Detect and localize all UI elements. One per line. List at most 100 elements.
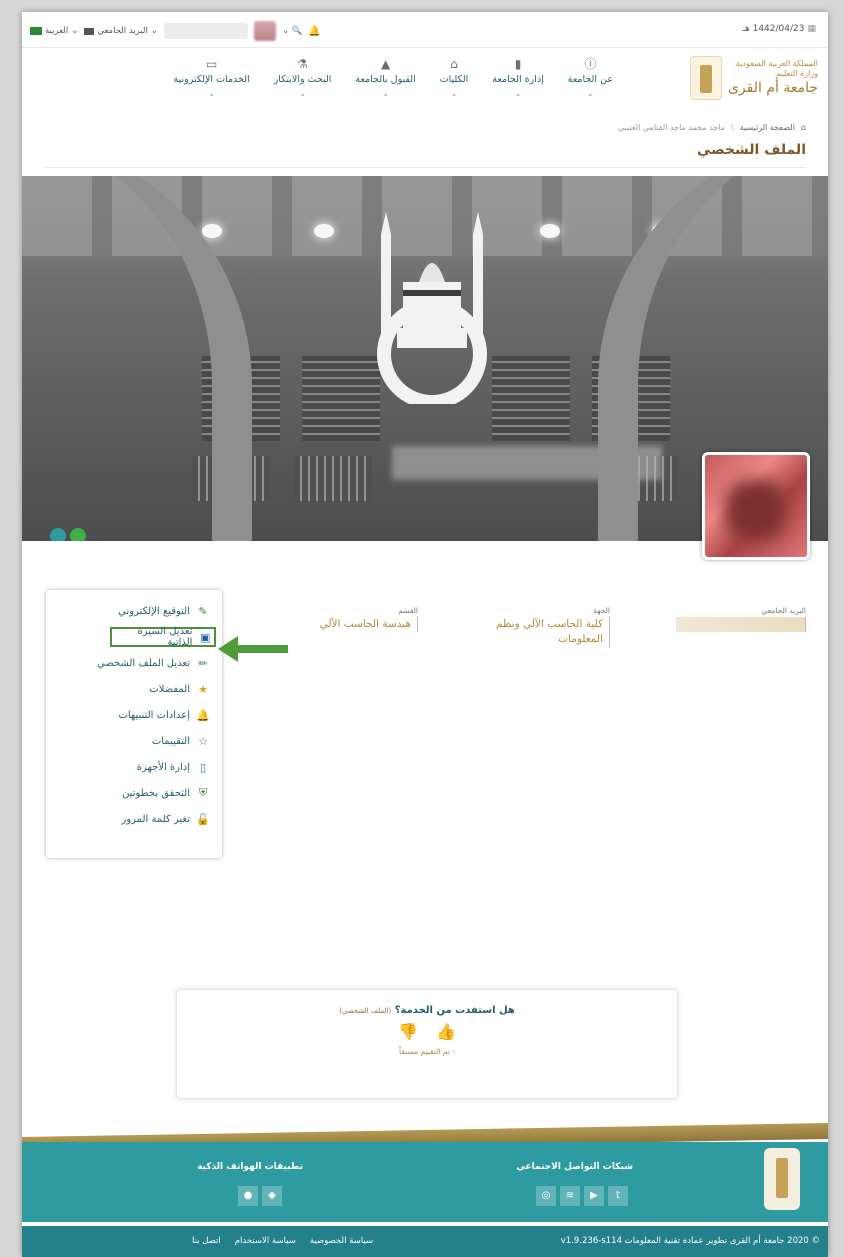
banner-lamp xyxy=(540,224,560,238)
banner-window xyxy=(492,356,570,441)
profile-menu: ✎ التوقيع الإلكتروني ▣ تعديل السيرة الذاتي… xyxy=(46,590,222,858)
profile-email: البريد الجامعي x xyxy=(676,606,806,632)
institution-icon: ⌂ xyxy=(450,57,458,71)
footer-logo-icon xyxy=(764,1148,800,1210)
flag-icon xyxy=(30,27,42,35)
banner-document-button[interactable] xyxy=(50,528,66,541)
feedback-status: - تم التقييم مسبقاً xyxy=(399,1047,455,1056)
android-icon[interactable]: ◆ xyxy=(262,1186,282,1206)
shield-check-icon: ⛨ xyxy=(198,786,208,799)
thumbs-down-icon[interactable]: 👎 xyxy=(398,1022,418,1041)
menu-electronic-signature[interactable]: ✎ التوقيع الإلكتروني xyxy=(52,598,216,624)
privacy-policy-link[interactable]: سياسة الخصوصية xyxy=(310,1236,373,1246)
graduation-cap-icon: ▲ xyxy=(380,57,391,71)
chevron-down-icon: ⌄ xyxy=(587,89,594,98)
feedback-question: هل استفدت من الخدمة؟ (الملف الشخصي) xyxy=(339,1005,515,1016)
redacted-username xyxy=(164,23,248,39)
unlock-icon: 🔓 xyxy=(196,812,210,826)
profile-department: القسم هندسة الحاسب الآلي xyxy=(320,606,418,632)
profile-page: ▦1442/04/23 هـ العربية ⌄ البريد الجامعي ⌄ … xyxy=(22,12,828,1257)
youtube-icon[interactable]: ▶ xyxy=(584,1186,604,1206)
profile-avatar[interactable] xyxy=(702,452,810,560)
mobile-icon: ▯ xyxy=(199,760,207,774)
building-icon: ▮ xyxy=(514,57,522,71)
star-outline-icon: ☆ xyxy=(198,734,208,748)
home-icon: ⌂ xyxy=(800,123,806,132)
chevron-down-icon: ⌄ xyxy=(208,89,215,98)
nav-colleges[interactable]: ⌂ الكليات ⌄ xyxy=(440,58,469,98)
bell-icon: 🔔 xyxy=(196,708,210,722)
edit-icon: ✎ xyxy=(198,604,208,618)
thumbs-up-icon[interactable]: 👍 xyxy=(436,1022,456,1041)
flask-icon: ⚗ xyxy=(297,57,308,71)
chevron-down-icon: ⌄ xyxy=(382,89,389,98)
nav-administration[interactable]: ▮ إدارة الجامعة ⌄ xyxy=(492,58,543,98)
terms-of-use-link[interactable]: سياسة الاستخدام xyxy=(235,1236,296,1246)
menu-edit-profile[interactable]: ✏ تعديل الملف الشخصي xyxy=(52,650,216,676)
highlight-arrow-icon xyxy=(218,636,288,662)
breadcrumb-current: ماجد محمد ماجد القتامي العتيبي xyxy=(617,123,726,132)
hijri-date: ▦1442/04/23 هـ xyxy=(742,24,816,34)
copyright: © 2020 جامعة أم القرى تطوير عمادة تقنية … xyxy=(560,1236,820,1246)
chevron-down-icon: ⌄ xyxy=(450,89,458,98)
banner-lamp xyxy=(314,224,334,238)
menu-ratings[interactable]: ☆ التقييمات xyxy=(52,728,216,754)
university-emblem-icon xyxy=(689,56,722,100)
banner-lamp xyxy=(202,224,222,238)
redacted-avatar-small[interactable] xyxy=(254,21,276,41)
top-bar: ▦1442/04/23 هـ العربية ⌄ البريد الجامعي ⌄ … xyxy=(22,12,828,48)
footer: شبكات التواصل الاجتماعي t ▶ ≋ ◎ تطبيقات … xyxy=(22,1142,828,1222)
calendar-icon: ▦ xyxy=(807,24,816,34)
university-mail-button[interactable]: البريد الجامعي ⌄ xyxy=(84,26,158,36)
menu-two-step-verification[interactable]: ⛨ التحقق بخطوتين xyxy=(52,780,216,806)
search-icon[interactable]: ⌄ 🔍 xyxy=(282,26,302,36)
college-value: كلية الحاسب الآلي ونظم المعلومات xyxy=(460,617,610,647)
email-value-redacted: x xyxy=(676,617,806,632)
menu-device-management[interactable]: ▯ إدارة الأجهزة xyxy=(52,754,216,780)
menu-notification-settings[interactable]: 🔔 إعدادات التنبيهات xyxy=(52,702,216,728)
menu-change-password[interactable]: 🔓 تغير كلمة المرور xyxy=(52,806,216,832)
menu-favorites[interactable]: ★ المفضلات xyxy=(52,676,216,702)
university-seal-icon xyxy=(377,212,487,404)
nav-about[interactable]: ⓘ عن الجامعة ⌄ xyxy=(568,58,613,98)
main-nav: ⓘ عن الجامعة ⌄ ▮ إدارة الجامعة ⌄ ⌂ الكليات ⌄ ▲… xyxy=(174,58,613,98)
apps-title: تطبيقات الهواتف الذكية xyxy=(197,1162,303,1172)
menu-edit-cv[interactable]: ▣ تعديل السيرة الذاتية xyxy=(110,626,216,648)
email-label: البريد الجامعي xyxy=(761,606,806,615)
department-value: هندسة الحاسب الآلي xyxy=(320,617,418,632)
apple-icon[interactable]: ● xyxy=(238,1186,258,1206)
whatsapp-icon[interactable]: ◎ xyxy=(536,1186,556,1206)
mail-icon xyxy=(84,27,95,35)
department-label: القسم xyxy=(398,606,418,615)
notification-bell-icon[interactable]: 🔔 xyxy=(308,26,320,37)
laptop-icon: ▭ xyxy=(205,57,218,71)
chevron-down-icon: ⌄ xyxy=(299,89,306,98)
chevron-down-icon: ⌄ xyxy=(514,89,522,98)
breadcrumb-home[interactable]: الصفحة الرئيسية xyxy=(740,123,795,132)
pencil-icon: ✏ xyxy=(198,656,208,670)
contact-us-link[interactable]: اتصل بنا xyxy=(192,1236,221,1246)
language-button[interactable]: العربية ⌄ xyxy=(30,26,78,36)
twitter-icon[interactable]: t xyxy=(608,1186,628,1206)
university-logo[interactable]: المملكة العربية السعودية وزارة التعليم ج… xyxy=(689,56,818,100)
breadcrumb-separator: \ xyxy=(731,123,734,132)
top-links: العربية ⌄ البريد الجامعي ⌄ ⌄ 🔍 🔔 xyxy=(30,21,321,41)
nav-research[interactable]: ⚗ البحث والابتكار ⌄ xyxy=(274,58,332,98)
profile-college: الجهة كلية الحاسب الآلي ونظم المعلومات xyxy=(460,606,610,647)
nav-eservices[interactable]: ▭ الخدمات الإلكترونية ⌄ xyxy=(174,58,250,98)
feedback-thumbs: 👍 👎 xyxy=(177,1022,677,1041)
site-header: المملكة العربية السعودية وزارة التعليم ج… xyxy=(22,48,828,118)
page-title: الملف الشخصي xyxy=(696,142,806,158)
college-label: الجهة xyxy=(593,606,610,615)
feedback-box: هل استفدت من الخدمة؟ (الملف الشخصي) 👍 👎 … xyxy=(177,990,677,1098)
footer-links: سياسة الخصوصية سياسة الاستخدام اتصل بنا xyxy=(192,1236,373,1246)
id-card-icon: ▣ xyxy=(200,630,211,644)
chevron-down-icon: ⌄ xyxy=(150,26,158,36)
bottom-bar: © 2020 جامعة أم القرى تطوير عمادة تقنية … xyxy=(22,1226,828,1257)
star-icon: ★ xyxy=(198,682,208,696)
banner-refresh-button[interactable] xyxy=(70,528,86,541)
rss-icon[interactable]: ≋ xyxy=(560,1186,580,1206)
social-title: شبكات التواصل الاجتماعي xyxy=(516,1162,633,1172)
nav-admission[interactable]: ▲ القبول بالجامعة ⌄ xyxy=(355,58,415,98)
divider xyxy=(44,167,806,168)
